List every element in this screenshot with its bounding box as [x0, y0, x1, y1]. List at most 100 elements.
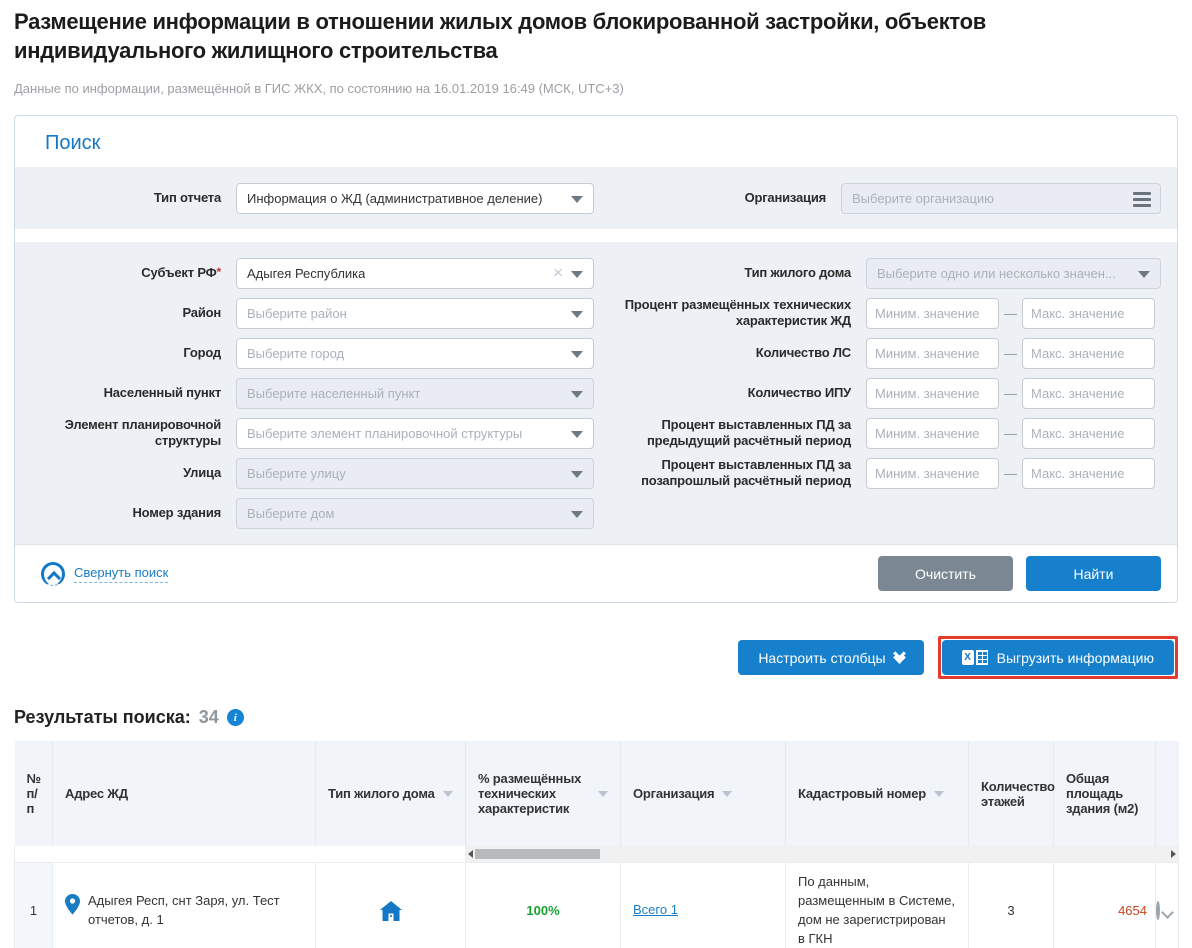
- subject-rf-label: Субъект РФ*: [31, 265, 236, 281]
- sort-icon[interactable]: [598, 791, 608, 797]
- building-number-select[interactable]: Выберите дом: [236, 498, 594, 529]
- max-placeholder: Макс. значение: [1031, 386, 1125, 401]
- range-dash: —: [1004, 466, 1017, 481]
- info-icon[interactable]: i: [227, 709, 244, 726]
- col-cadastral[interactable]: Кадастровый номер: [786, 741, 969, 846]
- hamburger-icon[interactable]: [1133, 192, 1151, 210]
- district-label: Район: [31, 305, 236, 321]
- search-section-report: Тип отчета Информация о ЖД (администрати…: [15, 167, 1177, 229]
- ls-count-range: Миним. значение — Макс. значение: [866, 338, 1161, 369]
- organization-link[interactable]: Всего 1: [633, 902, 678, 917]
- min-placeholder: Миним. значение: [875, 346, 979, 361]
- city-label: Город: [31, 345, 236, 361]
- min-placeholder: Миним. значение: [875, 426, 979, 441]
- chevron-down-icon: [571, 471, 583, 478]
- collapse-search-label: Свернуть поиск: [74, 565, 168, 583]
- table-header-row: № п/п Адрес ЖД Тип жилого дома % размещё…: [15, 741, 1179, 846]
- excel-x: X: [962, 650, 974, 665]
- chevron-down-icon: [1138, 271, 1150, 278]
- col-organization[interactable]: Организация: [621, 741, 786, 846]
- ls-count-max-input[interactable]: Макс. значение: [1022, 338, 1155, 369]
- col-area: Общая площадь здания (м2): [1054, 741, 1156, 846]
- floors-value: 3: [969, 863, 1054, 948]
- subject-rf-value: Адыгея Республика: [247, 266, 365, 281]
- building-number-label: Номер здания: [31, 505, 236, 521]
- ipu-count-min-input[interactable]: Миним. значение: [866, 378, 999, 409]
- col-expander: [1156, 741, 1179, 846]
- table-row: 1 Адыгея Респ, снт Заря, ул. Тест отчето…: [15, 863, 1179, 948]
- horizontal-scroll-row: [15, 846, 1179, 863]
- ipu-count-label: Количество ИПУ: [621, 385, 866, 401]
- city-placeholder: Выберите город: [247, 346, 344, 361]
- chevron-up-circle-icon[interactable]: [41, 562, 65, 586]
- range-dash: —: [1004, 426, 1017, 441]
- tech-percent-label: Процент размещённых технических характер…: [621, 297, 866, 330]
- range-dash: —: [1004, 346, 1017, 361]
- search-section-filters: Субъект РФ* Адыгея Республика × Тип жило…: [15, 242, 1177, 544]
- pd-prev-min-input[interactable]: Миним. значение: [866, 418, 999, 449]
- street-select[interactable]: Выберите улицу: [236, 458, 594, 489]
- pd-before-prev-range: Миним. значение — Макс. значение: [866, 458, 1161, 489]
- report-type-label: Тип отчета: [31, 190, 236, 206]
- sort-icon[interactable]: [443, 791, 453, 797]
- row-expander-icon[interactable]: [1156, 901, 1160, 920]
- clear-button[interactable]: Очистить: [878, 556, 1013, 591]
- col-floors: Количество этажей: [969, 741, 1054, 846]
- subject-rf-select[interactable]: Адыгея Республика ×: [236, 258, 594, 289]
- report-type-select[interactable]: Информация о ЖД (административное делени…: [236, 183, 594, 214]
- row-num: 1: [15, 863, 53, 948]
- ls-count-min-input[interactable]: Миним. значение: [866, 338, 999, 369]
- chevron-down-icon: [571, 391, 583, 398]
- min-placeholder: Миним. значение: [875, 386, 979, 401]
- max-placeholder: Макс. значение: [1031, 466, 1125, 481]
- scrollbar-thumb[interactable]: [475, 849, 600, 859]
- chevron-down-icon: [571, 311, 583, 318]
- results-heading: Результаты поиска: 34 i: [14, 707, 1178, 728]
- pd-prev-max-input[interactable]: Макс. значение: [1022, 418, 1155, 449]
- clear-icon[interactable]: ×: [553, 263, 563, 283]
- organization-input[interactable]: Выберите организацию: [841, 183, 1161, 214]
- export-button[interactable]: X Выгрузить информацию: [942, 640, 1174, 675]
- pd-before-prev-max-input[interactable]: Макс. значение: [1022, 458, 1155, 489]
- section-divider: [15, 229, 1177, 242]
- settlement-select[interactable]: Выберите населенный пункт: [236, 378, 594, 409]
- building-number-placeholder: Выберите дом: [247, 506, 334, 521]
- pd-before-prev-min-input[interactable]: Миним. значение: [866, 458, 999, 489]
- district-select[interactable]: Выберите район: [236, 298, 594, 329]
- pd-prev-label: Процент выставленных ПД за предыдущий ра…: [621, 417, 866, 450]
- ls-count-label: Количество ЛС: [621, 345, 866, 361]
- double-chevron-down-icon: [895, 654, 904, 662]
- tech-percent-min-input[interactable]: Миним. значение: [866, 298, 999, 329]
- col-house-type[interactable]: Тип жилого дома: [316, 741, 466, 846]
- house-type-select[interactable]: Выберите одно или несколько значен...: [866, 258, 1161, 289]
- city-select[interactable]: Выберите город: [236, 338, 594, 369]
- col-num: № п/п: [15, 741, 53, 846]
- scroll-left-icon[interactable]: [468, 850, 473, 858]
- area-value: 4654: [1054, 903, 1155, 918]
- sort-icon[interactable]: [934, 791, 944, 797]
- col-address: Адрес ЖД: [53, 741, 316, 846]
- range-dash: —: [1004, 386, 1017, 401]
- house-icon[interactable]: [380, 901, 402, 921]
- scroll-right-icon[interactable]: [1171, 850, 1176, 858]
- horizontal-scrollbar[interactable]: [466, 846, 1178, 862]
- find-button[interactable]: Найти: [1026, 556, 1161, 591]
- collapse-search-link[interactable]: Свернуть поиск: [41, 562, 168, 586]
- sort-icon[interactable]: [722, 791, 732, 797]
- col-tech-percent[interactable]: % размещённых технических характеристик: [466, 741, 621, 846]
- max-placeholder: Макс. значение: [1031, 306, 1125, 321]
- planning-element-select[interactable]: Выберите элемент планировочной структуры: [236, 418, 594, 449]
- tech-percent-max-input[interactable]: Макс. значение: [1022, 298, 1155, 329]
- ipu-count-range: Миним. значение — Макс. значение: [866, 378, 1161, 409]
- row-address: Адыгея Респ, снт Заря, ул. Тест отчетов,…: [88, 892, 303, 930]
- chevron-down-icon: [571, 271, 583, 278]
- ipu-count-max-input[interactable]: Макс. значение: [1022, 378, 1155, 409]
- excel-icon: X: [962, 650, 988, 665]
- excel-grid: [976, 650, 988, 665]
- required-asterisk: *: [217, 265, 221, 279]
- chevron-down-icon: [571, 196, 583, 203]
- page-subtitle: Данные по информации, размещённой в ГИС …: [14, 81, 1178, 96]
- configure-columns-button[interactable]: Настроить столбцы: [738, 640, 923, 675]
- export-label: Выгрузить информацию: [997, 650, 1154, 666]
- map-pin-icon: [65, 894, 80, 915]
